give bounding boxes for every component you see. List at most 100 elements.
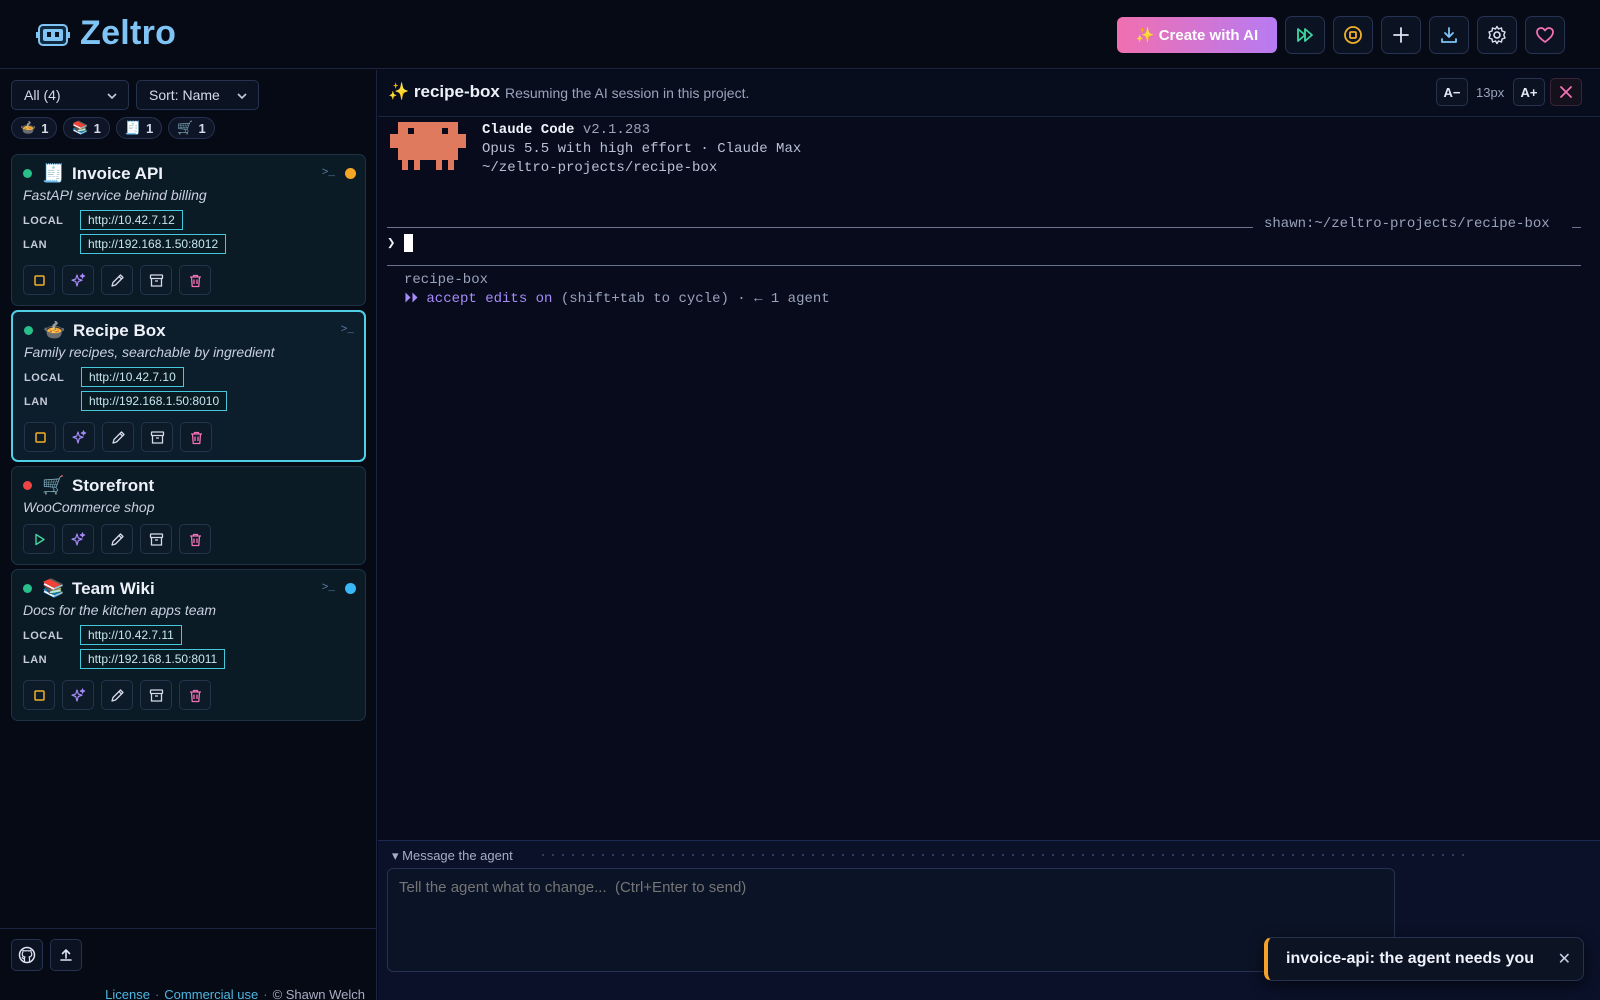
filter-chip[interactable]: 🧾 1 — [115, 117, 163, 139]
font-increase-button[interactable]: A+ — [1513, 78, 1545, 106]
resize-handle[interactable] — [538, 854, 1468, 856]
stop-button[interactable] — [24, 422, 56, 452]
import-button[interactable] — [1429, 16, 1469, 54]
archive-button[interactable] — [140, 524, 172, 554]
status-project: recipe-box — [404, 272, 489, 288]
robot-icon — [36, 24, 70, 46]
local-url-link[interactable]: http://10.42.7.10 — [81, 367, 184, 387]
chip-count: 1 — [198, 120, 206, 136]
add-project-button[interactable] — [1381, 16, 1421, 54]
agent-message-input[interactable] — [387, 868, 1395, 972]
project-card-invoice-api[interactable]: 🧾 Invoice API >_ FastAPI service behind … — [11, 154, 366, 306]
ai-session-button[interactable] — [62, 680, 94, 710]
terminal-icon[interactable]: >_ — [322, 167, 335, 179]
local-label: LOCAL — [23, 215, 64, 227]
mode-hint: (shift+tab to cycle) · ← 1 agent — [560, 291, 830, 307]
trash-icon — [189, 274, 201, 287]
composer-toggle[interactable]: ▾ Message the agent — [392, 848, 513, 864]
delete-button[interactable] — [179, 680, 211, 710]
prompt-char: ❯ — [387, 236, 396, 252]
prompt-bottom-rule — [387, 265, 1581, 266]
play-icon — [34, 533, 45, 545]
filter-chip[interactable]: 🛒 1 — [168, 117, 215, 139]
terminal-icon[interactable]: >_ — [341, 324, 354, 336]
lan-label: LAN — [24, 396, 49, 408]
chip-emoji: 📚 — [72, 120, 89, 135]
lan-url-link[interactable]: http://192.168.1.50:8011 — [80, 649, 226, 669]
edit-button[interactable] — [101, 265, 133, 295]
ai-session-button[interactable] — [62, 265, 94, 295]
fast-forward-icon — [1297, 28, 1313, 42]
toast-close-button[interactable]: ✕ — [1558, 949, 1571, 969]
archive-button[interactable] — [140, 680, 172, 710]
archive-button[interactable] — [141, 422, 173, 452]
status-mode-line: ⏵⏵ accept edits on (shift+tab to cycle) … — [404, 291, 830, 307]
terminal-icon[interactable]: >_ — [322, 582, 335, 594]
chevron-down-icon — [237, 93, 247, 100]
upload-button[interactable] — [50, 939, 82, 971]
project-card-recipe-box[interactable]: 🍲 Recipe Box >_ Family recipes, searchab… — [11, 310, 366, 462]
chip-count: 1 — [146, 120, 154, 136]
sparkles-icon — [71, 429, 86, 444]
card-actions — [24, 422, 212, 452]
start-button[interactable] — [23, 524, 55, 554]
local-url-link[interactable]: http://10.42.7.12 — [80, 210, 183, 230]
project-sidebar: All (4) Sort: Name 🍲 1 📚 1 🧾 1 🛒 1 🧾 Invoice… — [0, 70, 377, 1000]
sponsor-button[interactable] — [1525, 16, 1565, 54]
stopped-indicator — [23, 481, 32, 490]
ai-session-button[interactable] — [62, 524, 94, 554]
commercial-use-link[interactable]: Commercial use — [164, 987, 258, 1000]
idle-status-dot — [345, 583, 356, 594]
font-size-readout: 13px — [1476, 85, 1505, 100]
license-link[interactable]: License — [105, 987, 150, 1000]
filter-select[interactable]: All (4) — [11, 80, 129, 110]
project-card-storefront[interactable]: 🛒 Storefront WooCommerce shop — [11, 466, 366, 565]
delete-button[interactable] — [179, 524, 211, 554]
sort-select[interactable]: Sort: Name — [136, 80, 259, 110]
lan-url-link[interactable]: http://192.168.1.50:8010 — [81, 391, 228, 411]
download-icon — [1441, 27, 1457, 43]
edit-button[interactable] — [101, 680, 133, 710]
stop-button[interactable] — [23, 265, 55, 295]
local-url-link[interactable]: http://10.42.7.11 — [80, 625, 182, 645]
project-card-team-wiki[interactable]: 📚 Team Wiki >_ Docs for the kitchen apps… — [11, 569, 366, 721]
session-subtitle: Resuming the AI session in this project. — [505, 85, 750, 101]
emoji-filter-chips: 🍲 1 📚 1 🧾 1 🛒 1 — [11, 117, 215, 139]
github-button[interactable] — [11, 939, 43, 971]
edit-button[interactable] — [101, 524, 133, 554]
stop-all-button[interactable] — [1333, 16, 1373, 54]
settings-button[interactable] — [1477, 16, 1517, 54]
stop-icon — [33, 689, 45, 701]
lan-url-link[interactable]: http://192.168.1.50:8012 — [80, 234, 227, 254]
delete-button[interactable] — [179, 265, 211, 295]
chip-count: 1 — [93, 120, 101, 136]
delete-button[interactable] — [180, 422, 212, 452]
archive-icon — [150, 430, 164, 444]
pencil-icon — [111, 430, 125, 444]
edit-button[interactable] — [102, 422, 134, 452]
plus-icon — [1393, 27, 1409, 43]
ai-session-button[interactable] — [63, 422, 95, 452]
project-description: Docs for the kitchen apps team — [23, 602, 216, 618]
close-session-button[interactable] — [1550, 78, 1582, 106]
heart-icon — [1536, 27, 1554, 43]
footer-links: License · Commercial use · © Shawn Welch — [105, 987, 365, 1000]
stop-icon — [34, 431, 46, 443]
font-decrease-button[interactable]: A− — [1436, 78, 1468, 106]
stop-circle-icon — [1344, 26, 1362, 44]
archive-button[interactable] — [140, 265, 172, 295]
filter-chip[interactable]: 📚 1 — [63, 117, 110, 139]
project-description: WooCommerce shop — [23, 499, 155, 515]
filter-chip[interactable]: 🍲 1 — [11, 117, 58, 139]
run-all-button[interactable] — [1285, 16, 1325, 54]
stop-button[interactable] — [23, 680, 55, 710]
card-actions — [23, 524, 211, 554]
toast-message: invoice-api: the agent needs you — [1286, 950, 1535, 967]
terminal-cursor[interactable] — [404, 234, 413, 252]
prompt-top-rule — [387, 227, 1253, 228]
running-indicator — [24, 326, 33, 335]
create-with-ai-button[interactable]: ✨ Create with AI — [1117, 17, 1277, 53]
cwd-line: ~/zeltro-projects/recipe-box — [482, 160, 718, 176]
lan-label: LAN — [23, 239, 48, 251]
session-panel: ✨ recipe-box Resuming the AI session in … — [378, 70, 1600, 1000]
